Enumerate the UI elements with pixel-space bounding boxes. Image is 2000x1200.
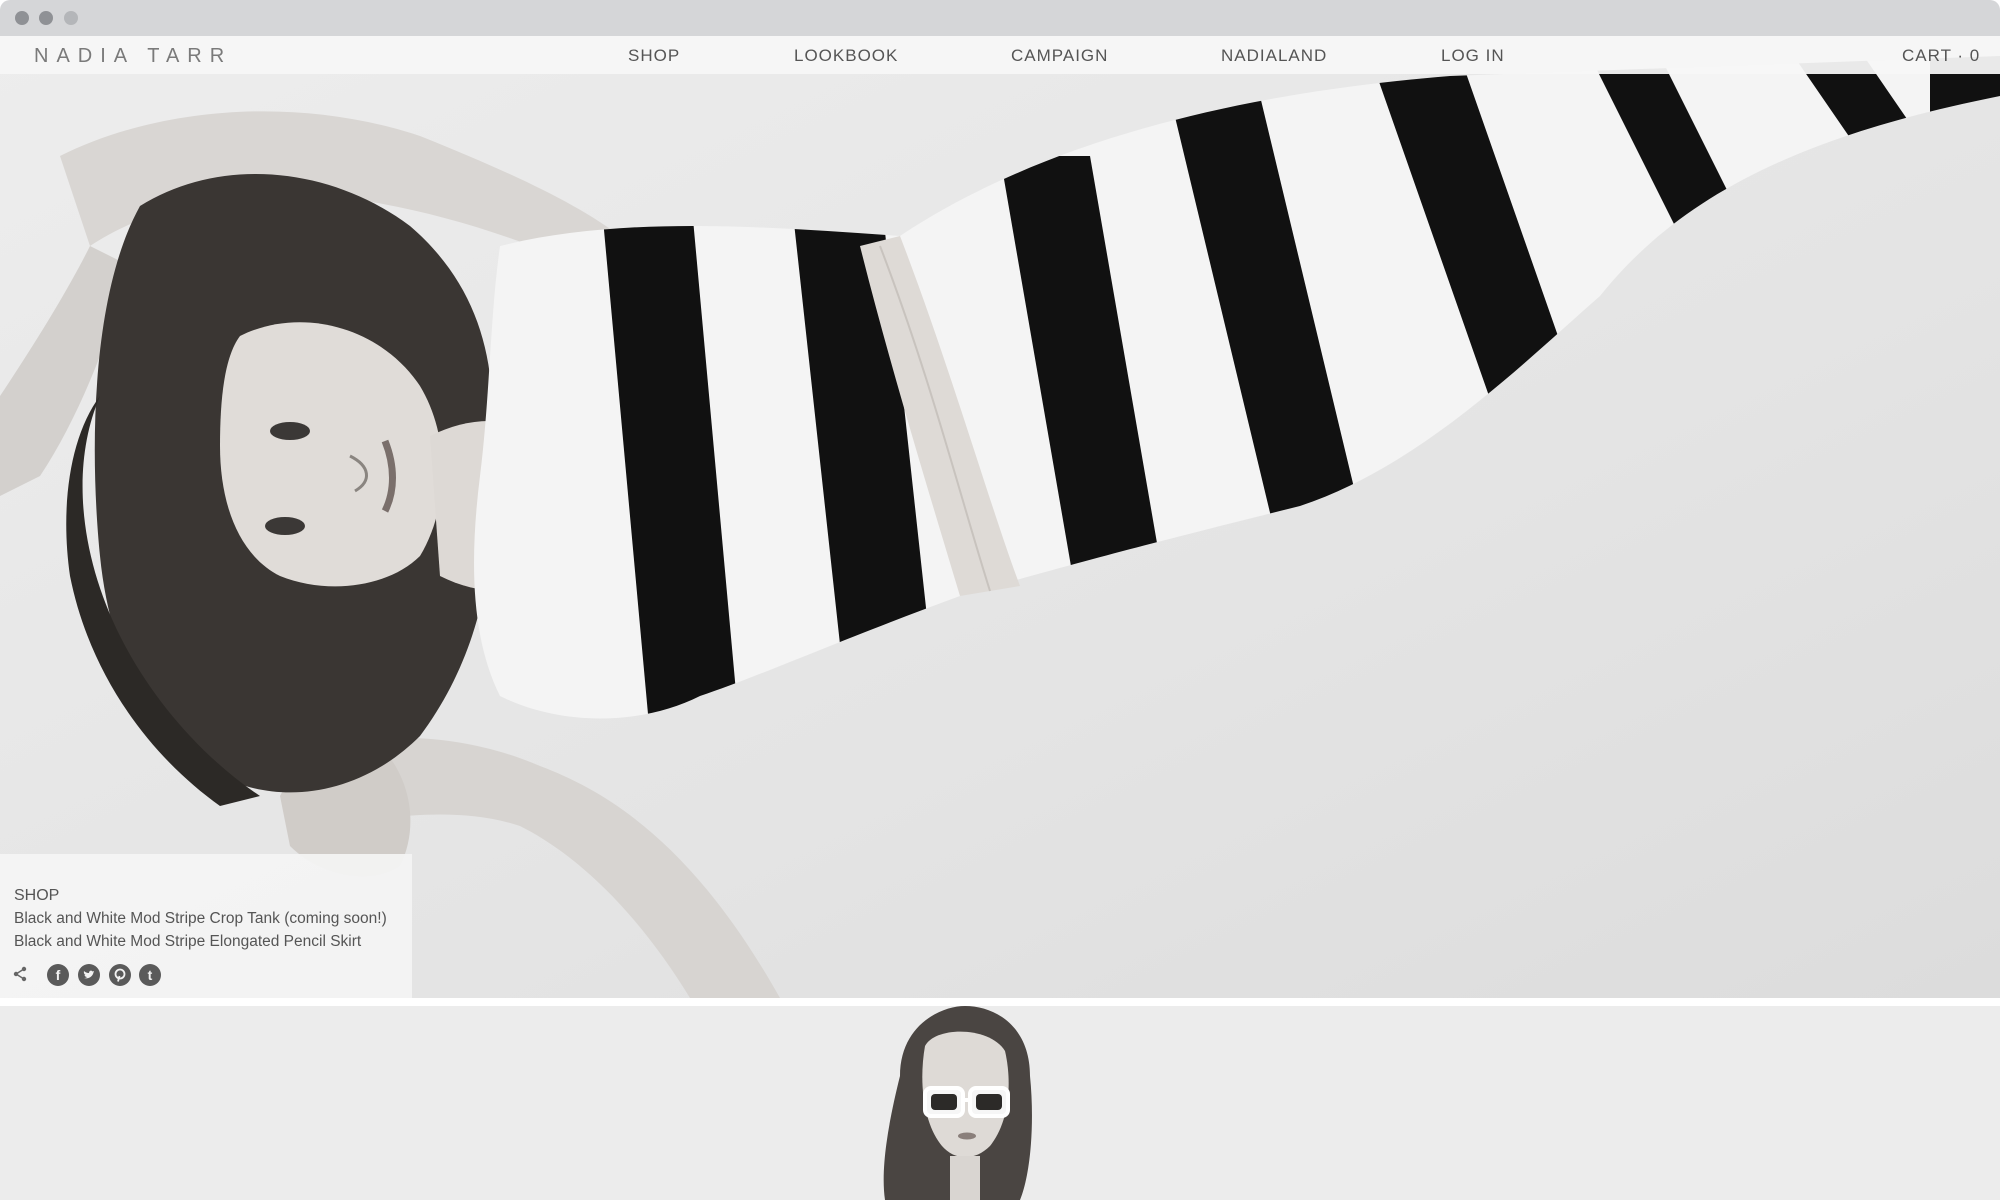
site-navbar: NADIA TARR SHOP LOOKBOOK CAMPAIGN NADIAL… bbox=[0, 36, 2000, 74]
facebook-icon[interactable]: f bbox=[47, 964, 69, 986]
product-link-pencil-skirt[interactable]: Black and White Mod Stripe Elongated Pen… bbox=[14, 930, 412, 953]
browser-title-bar bbox=[0, 0, 2000, 36]
site-logo[interactable]: NADIA TARR bbox=[34, 45, 232, 68]
nav-link-lookbook[interactable]: LOOKBOOK bbox=[794, 46, 898, 66]
minimize-window-button[interactable] bbox=[39, 11, 53, 25]
nav-link-shop[interactable]: SHOP bbox=[628, 46, 680, 66]
product-link-crop-tank[interactable]: Black and White Mod Stripe Crop Tank (co… bbox=[14, 907, 412, 930]
section-divider bbox=[0, 998, 2000, 1006]
cart-link[interactable]: CART · 0 bbox=[1902, 46, 1980, 66]
shop-caption-panel: SHOP Black and White Mod Stripe Crop Tan… bbox=[0, 854, 412, 998]
caption-title[interactable]: SHOP bbox=[14, 884, 412, 907]
nav-link-log-in[interactable]: LOG IN bbox=[1441, 46, 1505, 66]
nav-link-nadialand[interactable]: NADIALAND bbox=[1221, 46, 1327, 66]
twitter-icon[interactable] bbox=[78, 964, 100, 986]
nav-link-campaign[interactable]: CAMPAIGN bbox=[1011, 46, 1108, 66]
tumblr-icon[interactable]: t bbox=[139, 964, 161, 986]
second-photo bbox=[0, 1006, 2000, 1200]
share-icon[interactable] bbox=[12, 966, 28, 982]
close-window-button[interactable] bbox=[15, 11, 29, 25]
second-illustration bbox=[0, 1006, 2000, 1200]
zoom-window-button[interactable] bbox=[64, 11, 78, 25]
pinterest-icon[interactable] bbox=[109, 964, 131, 986]
